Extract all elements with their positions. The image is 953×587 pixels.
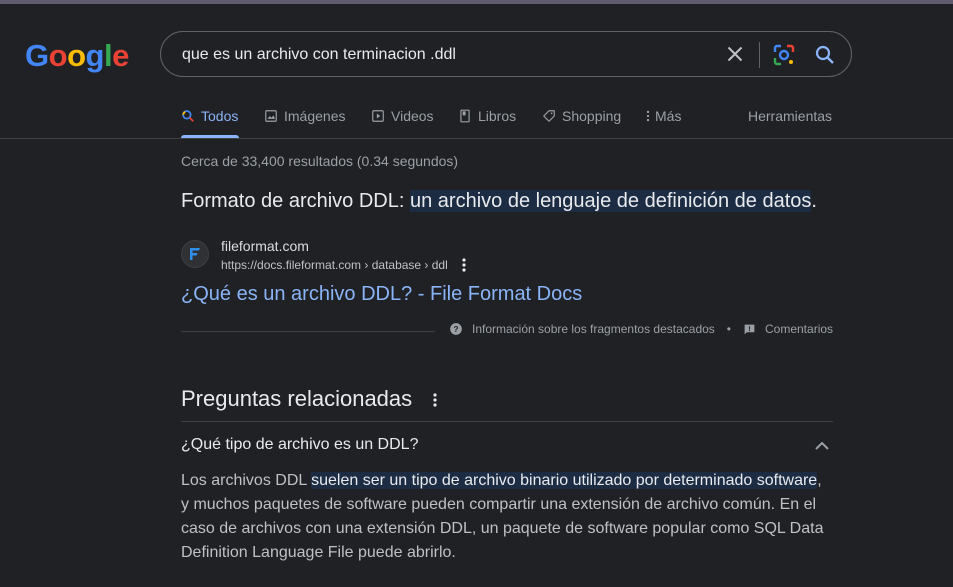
site-url[interactable]: https://docs.fileformat.com › database ›… xyxy=(221,258,448,272)
search-icon xyxy=(182,110,194,122)
related-question[interactable]: ¿Qué tipo de archivo es un DDL? xyxy=(181,436,418,454)
site-name[interactable]: fileformat.com xyxy=(221,238,309,254)
fileformat-logo-icon xyxy=(190,248,200,260)
result-stats: Cerca de 33,400 resultados (0.34 segundo… xyxy=(181,153,459,169)
more-vert-icon[interactable] xyxy=(429,391,441,409)
comments-label: Comentarios xyxy=(765,322,834,336)
help-icon: ? xyxy=(450,323,462,335)
site-favicon[interactable] xyxy=(181,240,209,268)
featured-snippet-title: Formato de archivo DDL: un archivo de le… xyxy=(181,190,817,213)
tools-button[interactable]: Herramientas xyxy=(748,108,832,124)
search-box[interactable]: que es un archivo con terminacion .ddl xyxy=(160,31,852,77)
tab-label: Videos xyxy=(391,108,434,124)
svg-text:?: ? xyxy=(454,325,459,334)
tab-shopping[interactable]: Shopping xyxy=(542,108,621,138)
tabs-divider xyxy=(0,138,953,139)
featured-title-highlight: un archivo de lenguaje de definición de … xyxy=(409,190,812,212)
chevron-up-icon[interactable] xyxy=(812,436,832,456)
tab-label: Imágenes xyxy=(284,108,346,124)
featured-title-suffix: . xyxy=(811,190,817,212)
tab-videos[interactable]: Videos xyxy=(371,108,434,138)
logo-letter: o xyxy=(48,38,68,73)
comments-link[interactable]: Comentarios xyxy=(743,322,833,336)
featured-title-prefix: Formato de archivo DDL: xyxy=(181,190,410,212)
tab-label: Más xyxy=(655,108,682,124)
tab-label: Shopping xyxy=(562,108,622,124)
result-link[interactable]: ¿Qué es un archivo DDL? - File Format Do… xyxy=(181,283,582,306)
tab-mas[interactable]: Más xyxy=(645,108,681,138)
more-vert-icon[interactable] xyxy=(458,257,470,273)
tab-label: Libros xyxy=(478,108,517,124)
related-questions-divider xyxy=(181,421,833,422)
logo-letter: g xyxy=(85,38,105,73)
tab-todos[interactable]: Todos xyxy=(181,108,239,138)
tab-libros[interactable]: Libros xyxy=(458,108,516,138)
answer-highlight: suelen ser un tipo de archivo binario ut… xyxy=(311,472,818,489)
google-logo[interactable]: Google xyxy=(25,38,129,74)
logo-letter: e xyxy=(112,38,129,73)
feedback-icon xyxy=(744,324,755,334)
tag-icon xyxy=(543,110,555,122)
snippet-divider xyxy=(181,331,435,332)
search-input[interactable]: que es un archivo con terminacion .ddl xyxy=(182,46,456,64)
search-divider xyxy=(759,42,760,68)
more-vert-icon xyxy=(646,110,650,122)
book-icon xyxy=(460,109,470,123)
google-lens-icon[interactable] xyxy=(771,42,797,68)
related-questions-title: Preguntas relacionadas xyxy=(181,386,413,411)
window-top-bar xyxy=(0,0,953,4)
tab-imagenes[interactable]: Imágenes xyxy=(264,108,345,138)
close-icon[interactable] xyxy=(723,42,747,66)
logo-letter: o xyxy=(67,38,86,73)
about-snippets-link[interactable]: ? Información sobre los fragmentos desta… xyxy=(449,322,715,336)
separator-dot: • xyxy=(726,322,731,336)
about-snippets-label: Información sobre los fragmentos destaca… xyxy=(472,322,715,336)
answer-prefix: Los archivos DDL xyxy=(181,472,312,489)
logo-letter: G xyxy=(25,38,49,73)
tab-label: Todos xyxy=(201,108,239,124)
logo-letter: l xyxy=(103,38,113,73)
snippet-feedback: ? Información sobre los fragmentos desta… xyxy=(449,322,833,336)
related-answer: Los archivos DDL suelen ser un tipo de a… xyxy=(181,469,833,565)
search-icon[interactable] xyxy=(813,43,837,67)
image-icon xyxy=(265,110,277,122)
play-icon xyxy=(372,110,384,122)
